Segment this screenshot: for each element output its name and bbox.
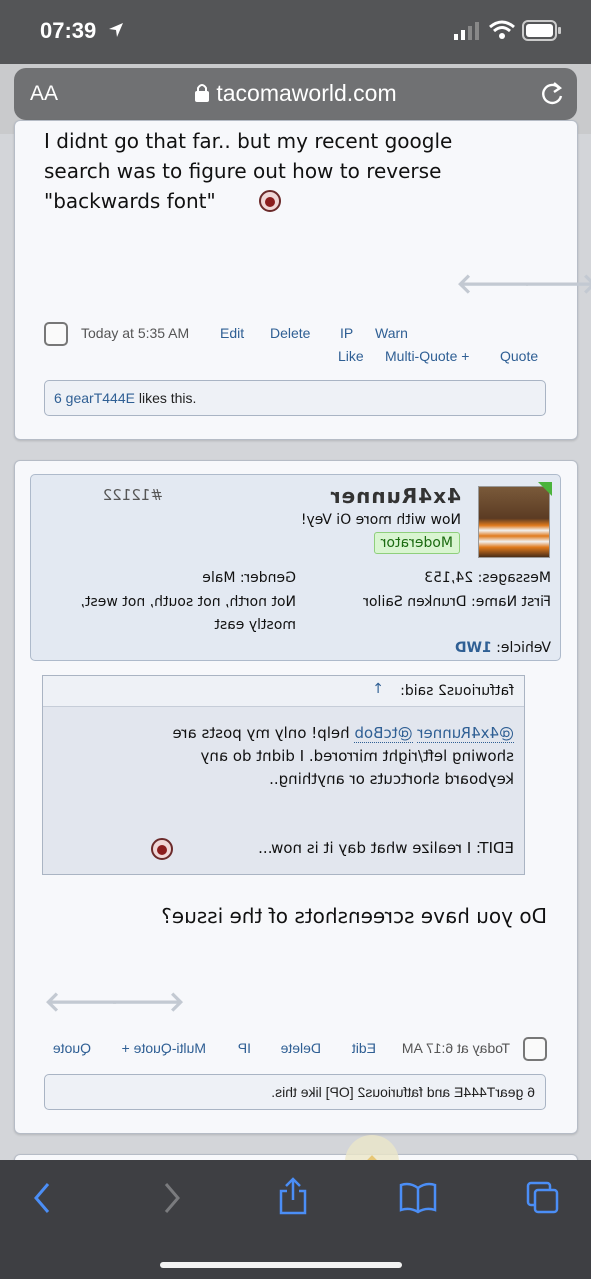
- clock: 07:39: [40, 18, 97, 43]
- post-timestamp: Today at 5:35 AM: [81, 325, 190, 341]
- bookmarks-icon[interactable]: [398, 1180, 438, 1216]
- home-indicator: [160, 1262, 402, 1268]
- previous-post-arrow-icon[interactable]: 🡐: [456, 266, 531, 300]
- cellular-signal-icon: [454, 22, 479, 40]
- post-text-line: I didnt go that far.. but my recent goog…: [44, 129, 453, 153]
- select-post-checkbox[interactable]: [44, 322, 68, 346]
- forward-icon[interactable]: [156, 1180, 186, 1216]
- lock-icon: [195, 84, 210, 102]
- post-text-line: "backwards font": [44, 186, 452, 216]
- location-arrow-icon: [109, 23, 123, 37]
- reload-icon[interactable]: [539, 80, 565, 108]
- wifi-icon: [489, 20, 515, 39]
- delete-link[interactable]: Delete: [270, 325, 310, 341]
- ip-link[interactable]: IP: [340, 325, 353, 341]
- next-post-arrow-icon[interactable]: 🡒: [110, 984, 185, 1018]
- warn-link[interactable]: Warn: [375, 325, 408, 341]
- previous-post-arrow-icon[interactable]: 🡐: [44, 984, 119, 1018]
- back-icon[interactable]: [28, 1180, 58, 1216]
- next-post-arrow-icon[interactable]: 🡒: [523, 266, 591, 300]
- battery-icon: [522, 20, 561, 41]
- address-bar[interactable]: AA tacomaworld.com: [14, 68, 577, 120]
- likes-summary: 6 gearT444E and fatfurious2 [OP] like th…: [44, 1074, 546, 1110]
- url-text[interactable]: tacomaworld.com: [216, 80, 396, 106]
- smiley-icon: [259, 190, 282, 212]
- post-text-line: search was to figure out how to reverse: [44, 159, 442, 183]
- multi-quote-link[interactable]: Multi-Quote +: [385, 348, 469, 364]
- tabs-icon[interactable]: [525, 1180, 561, 1216]
- likes-text: 6 gearT444E and fatfurious2 [OP] like th…: [271, 1084, 535, 1100]
- post-body: I didnt go that far.. but my recent goog…: [44, 126, 452, 216]
- likes-summary: 6 gearT444E likes this.: [44, 380, 546, 416]
- likes-text: likes this.: [134, 390, 197, 406]
- liker-link[interactable]: 6 gearT444E: [54, 390, 135, 406]
- status-bar: 07:39: [0, 0, 591, 64]
- quote-link[interactable]: Quote: [500, 348, 538, 364]
- share-icon[interactable]: [276, 1176, 310, 1216]
- online-status-icon: [538, 482, 552, 496]
- like-link[interactable]: Like: [338, 348, 364, 364]
- edit-link[interactable]: Edit: [220, 325, 244, 341]
